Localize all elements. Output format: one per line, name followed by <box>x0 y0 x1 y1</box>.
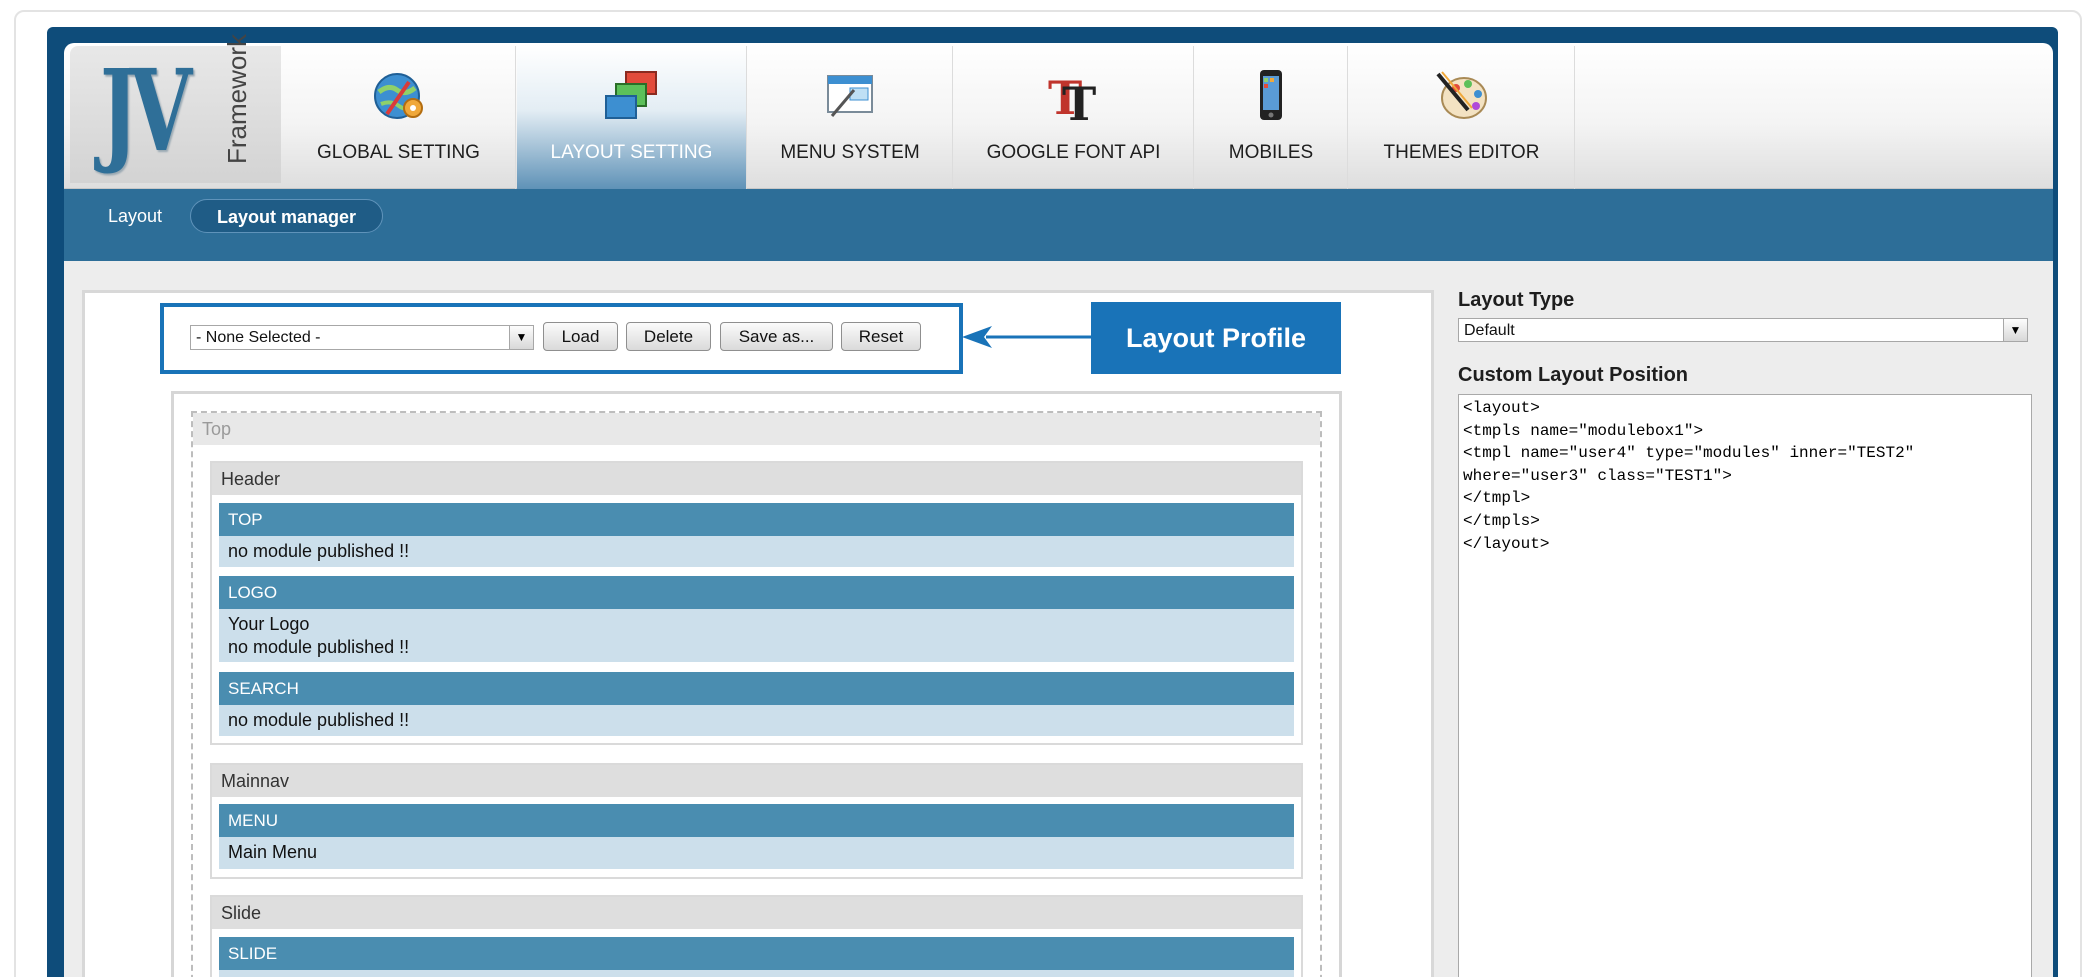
module-line: Your Logo <box>228 614 310 634</box>
module-slide-body <box>219 970 1294 977</box>
module-logo-body: Your Logo no module published !! <box>219 609 1294 662</box>
group-title-header[interactable]: Header <box>212 463 1301 495</box>
subnav-band <box>64 245 2053 261</box>
jv-framework-logo[interactable]: JV Framework <box>70 34 281 183</box>
module-slide-header[interactable]: SLIDE <box>219 937 1294 970</box>
arrow-left-icon <box>962 326 1094 348</box>
globe-gear-icon <box>373 73 423 119</box>
palette-brush-icon <box>1435 71 1487 119</box>
font-icon: T T <box>1048 71 1096 126</box>
group-title-mainnav[interactable]: Mainnav <box>212 765 1301 797</box>
sub-navigation: Layout Layout manager <box>64 189 2053 245</box>
tab-label: THEMES EDITOR <box>1383 142 1540 163</box>
layout-type-select[interactable]: Default ▼ <box>1458 318 2028 342</box>
module-top-header[interactable]: TOP <box>219 503 1294 536</box>
module-line: no module published !! <box>228 541 410 561</box>
profile-select[interactable]: - None Selected - ▼ <box>190 325 534 350</box>
profile-select-value: - None Selected - <box>196 329 321 346</box>
tab-google-font-api[interactable]: T T GOOGLE FONT API <box>954 46 1194 189</box>
layout-type-value: Default <box>1464 322 1515 339</box>
module-menu-body: Main Menu <box>219 837 1294 869</box>
logo-word: Framework <box>222 33 252 164</box>
subnav-layout-manager[interactable]: Layout manager <box>190 199 384 233</box>
subnav-layout[interactable]: Layout <box>82 199 188 233</box>
module-search-header[interactable]: SEARCH <box>219 672 1294 705</box>
tab-label: MENU SYSTEM <box>780 142 920 163</box>
module-line: no module published !! <box>228 710 410 730</box>
chevron-down-icon[interactable]: ▼ <box>509 326 533 349</box>
delete-button[interactable]: Delete <box>626 322 711 351</box>
module-top-body: no module published !! <box>219 536 1294 567</box>
chevron-down-icon[interactable]: ▼ <box>2003 319 2027 341</box>
tab-label: MOBILES <box>1228 142 1314 163</box>
custom-layout-position-label: Custom Layout Position <box>1458 364 1688 386</box>
tab-label: GOOGLE FONT API <box>986 142 1161 163</box>
reset-button[interactable]: Reset <box>841 322 921 351</box>
logo-letters: JV <box>100 46 192 177</box>
layout-profile-callout: Layout Profile <box>1091 302 1341 374</box>
page: JV Framework GLOBAL SETTING LAYOUT SETTI… <box>0 0 2090 977</box>
group-title-slide[interactable]: Slide <box>212 897 1301 929</box>
module-line: Main Menu <box>228 842 318 862</box>
tab-label: GLOBAL SETTING <box>317 142 480 163</box>
module-menu-header[interactable]: MENU <box>219 804 1294 837</box>
tab-layout-setting[interactable]: LAYOUT SETTING <box>517 46 747 189</box>
module-line: no module published !! <box>228 637 410 657</box>
tab-global-setting[interactable]: GLOBAL SETTING <box>282 46 516 189</box>
module-logo-header[interactable]: LOGO <box>219 576 1294 609</box>
save-as-button[interactable]: Save as... <box>720 322 833 351</box>
tab-themes-editor[interactable]: THEMES EDITOR <box>1349 46 1575 189</box>
custom-layout-textarea[interactable]: <layout> <tmpls name="modulebox1"> <tmpl… <box>1458 394 2032 977</box>
tab-menu-system[interactable]: MENU SYSTEM <box>748 46 953 189</box>
layers-icon <box>604 71 657 119</box>
svg-text:T: T <box>1062 77 1096 126</box>
load-button[interactable]: Load <box>543 322 618 351</box>
top-position-bar[interactable]: Top <box>193 413 1320 445</box>
menu-window-icon <box>827 75 873 117</box>
module-search-body: no module published !! <box>219 705 1294 736</box>
layout-type-label: Layout Type <box>1458 289 1575 311</box>
tab-label: LAYOUT SETTING <box>550 142 713 163</box>
mobile-phone-icon <box>1260 70 1282 120</box>
tab-mobiles[interactable]: MOBILES <box>1195 46 1348 189</box>
